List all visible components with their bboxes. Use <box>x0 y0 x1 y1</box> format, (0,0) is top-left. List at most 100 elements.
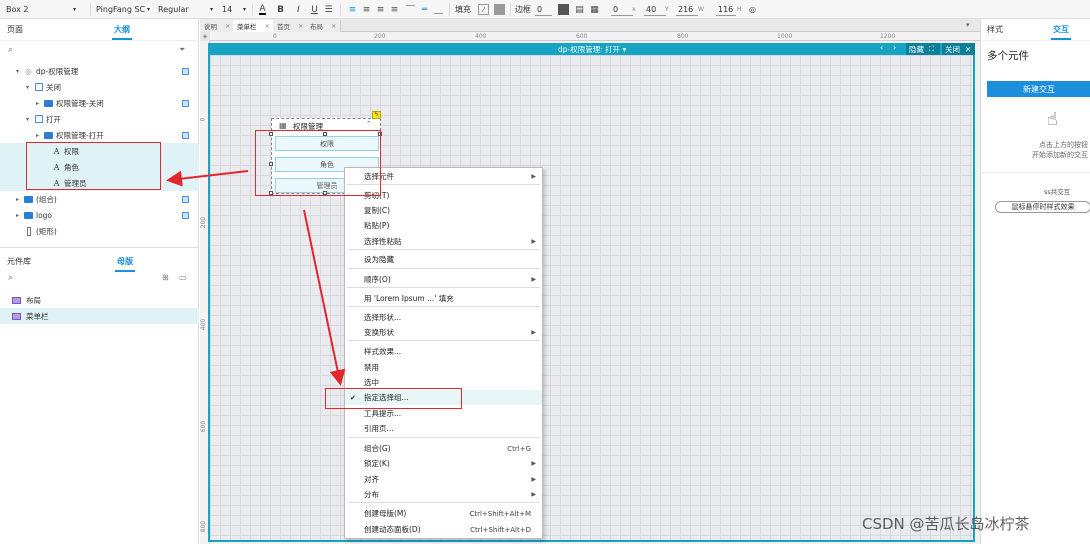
hover-style-button[interactable]: 鼠标悬停时样式效果 <box>995 201 1090 213</box>
valign-bottom-icon[interactable]: ⎽ <box>433 4 444 15</box>
menu-item[interactable]: 锁定(K) ▶ <box>345 456 542 471</box>
border-sides-icon[interactable]: ▦ <box>589 4 600 15</box>
visibility-toggle-icon[interactable] <box>182 211 189 219</box>
menu-item[interactable]: 顺序(O) ▶ <box>345 272 542 287</box>
caret-down-icon[interactable]: ▾ <box>16 68 19 75</box>
caret-right-icon[interactable]: ▸ <box>16 212 19 219</box>
caret-down-icon[interactable]: ▾ <box>26 116 29 123</box>
menu-item[interactable]: 用 'Lorem Ipsum ...' 填充 <box>345 291 542 306</box>
collapse-icon[interactable]: ⌃ <box>366 120 372 128</box>
outline-item[interactable]: ▾ 打开 <box>0 111 199 127</box>
outline-item[interactable]: ▾ ◎ dp-权限管理 <box>0 63 199 79</box>
caret-right-icon[interactable]: ▸ <box>16 196 19 203</box>
tab-widgets[interactable]: 元件库 <box>7 256 31 267</box>
tab-page-3[interactable]: 布局 × <box>306 20 342 32</box>
visibility-toggle-icon[interactable] <box>182 67 189 75</box>
menu-item[interactable]: 设为隐藏 <box>345 252 542 267</box>
menu-item[interactable]: 禁用 <box>345 360 542 375</box>
master-item[interactable]: 菜单栏 <box>0 308 199 324</box>
menu-item[interactable]: 创建动态面板(D) Ctrl+Shift+Alt+D <box>345 522 542 537</box>
tab-page-2[interactable]: 首页 × <box>273 20 309 32</box>
align-center-icon[interactable]: ≡ <box>361 4 372 15</box>
visibility-toggle-icon[interactable] <box>182 131 189 139</box>
menu-item[interactable]: 组合(G) Ctrl+G <box>345 441 542 456</box>
fill-color-swatch[interactable]: ⁄ <box>478 4 489 15</box>
outline-item-label: logo <box>36 210 53 220</box>
menu-item[interactable]: 粘贴(P) <box>345 218 542 233</box>
close-icon[interactable]: × <box>225 22 230 30</box>
caret-right-icon[interactable]: ▸ <box>36 132 39 139</box>
font-size-select[interactable]: 14 ▾ <box>222 3 246 16</box>
visibility-toggle-icon[interactable] <box>182 99 189 107</box>
list-icon[interactable]: ☰ <box>323 4 334 15</box>
tab-page-1[interactable]: 菜单栏 × <box>233 20 275 32</box>
prev-state-icon[interactable]: ‹ <box>880 43 883 52</box>
tab-style[interactable]: 样式 <box>987 24 1003 35</box>
border-color-swatch[interactable] <box>558 4 569 15</box>
annotation-box-tree <box>26 142 161 190</box>
menu-item[interactable]: 创建母版(M) Ctrl+Shift+Alt+M <box>345 506 542 521</box>
menu-item[interactable]: 引用页... <box>345 421 542 436</box>
caret-down-icon[interactable]: ▾ <box>26 84 29 91</box>
valign-middle-icon[interactable]: ═ <box>419 4 430 15</box>
element-name-select[interactable]: Box 2 ▾ <box>6 3 76 16</box>
y-input[interactable]: 40 <box>644 3 666 16</box>
outline-item[interactable]: ▸ 权限管理-打开 <box>0 127 199 143</box>
add-master-icon[interactable]: ⊞ <box>162 273 169 282</box>
bold-button[interactable]: B <box>275 4 286 15</box>
search-icon[interactable]: ⌕ <box>8 45 13 55</box>
italic-button[interactable]: I <box>293 4 304 15</box>
menu-item[interactable]: 选择性粘贴 ▶ <box>345 234 542 249</box>
lightning-icon[interactable]: ϟ <box>372 111 381 119</box>
hide-button[interactable]: 隐藏 ⛶ <box>906 43 940 55</box>
align-right-icon[interactable]: ≡ <box>375 4 386 15</box>
outline-item[interactable]: ▸ logo <box>0 207 199 223</box>
fill-style-icon[interactable] <box>494 4 505 15</box>
close-panel-button[interactable]: 关闭 ✕ <box>942 43 975 55</box>
menu-item[interactable]: 变换形状 ▶ <box>345 325 542 340</box>
master-item[interactable]: 布局 <box>0 292 199 308</box>
text-color-icon[interactable]: A <box>257 4 268 15</box>
tabs-menu-icon[interactable]: ▾ <box>966 21 970 29</box>
add-folder-icon[interactable]: ▭ <box>179 273 187 282</box>
outline-item[interactable]: ▸ 权限管理-关闭 <box>0 95 199 111</box>
visibility-icon[interactable]: ◎ <box>747 4 758 15</box>
menu-item[interactable]: 分布 ▶ <box>345 487 542 502</box>
dynamic-panel-state-select[interactable]: dp-权限管理: 打开 ▾ <box>558 44 626 55</box>
new-interaction-button[interactable]: 新建交互 <box>987 81 1090 97</box>
search-icon[interactable]: ⌕ <box>8 273 13 283</box>
next-state-icon[interactable]: › <box>893 43 896 52</box>
w-input[interactable]: 216 <box>676 3 698 16</box>
visibility-toggle-icon[interactable] <box>182 195 189 203</box>
tab-outline[interactable]: 大纲 <box>112 24 132 40</box>
border-width-input[interactable]: 0 <box>535 3 552 16</box>
tab-pages[interactable]: 页面 <box>7 24 23 35</box>
filter-icon[interactable]: ⏷ <box>179 45 185 55</box>
outline-item[interactable]: (矩形) <box>0 223 199 239</box>
underline-button[interactable]: U <box>309 4 320 15</box>
outline-item[interactable]: ▸ (组合) <box>0 191 199 207</box>
font-weight-select[interactable]: Regular ▾ <box>158 3 213 16</box>
menu-item[interactable]: 复制(C) <box>345 203 542 218</box>
menu-item[interactable]: 对齐 ▶ <box>345 472 542 487</box>
align-left-icon[interactable]: ≡ <box>347 4 358 15</box>
close-icon[interactable]: × <box>298 22 303 30</box>
tab-page-0[interactable]: 说明 × <box>200 20 236 32</box>
justify-icon[interactable]: ≡ <box>389 4 400 15</box>
tab-interaction[interactable]: 交互 <box>1051 24 1071 40</box>
caret-right-icon[interactable]: ▸ <box>36 100 39 107</box>
menu-item[interactable]: 样式效果... <box>345 344 542 359</box>
h-input[interactable]: 116 <box>716 3 736 16</box>
rect-shape <box>26 226 31 236</box>
font-family-select[interactable]: PingFang SC ▾ <box>96 3 150 16</box>
close-icon[interactable]: × <box>331 22 336 30</box>
tab-masters[interactable]: 母版 <box>115 256 135 272</box>
border-style-icon[interactable]: ▤ <box>574 4 585 15</box>
valign-top-icon[interactable]: ⎺ <box>405 4 416 15</box>
italic-label: I <box>297 4 300 15</box>
state-icon <box>34 115 43 124</box>
outline-item[interactable]: ▾ 关闭 <box>0 79 199 95</box>
close-icon[interactable]: × <box>265 22 270 30</box>
x-input[interactable]: 0 <box>611 3 633 16</box>
menu-item[interactable]: 选择形状... <box>345 310 542 325</box>
